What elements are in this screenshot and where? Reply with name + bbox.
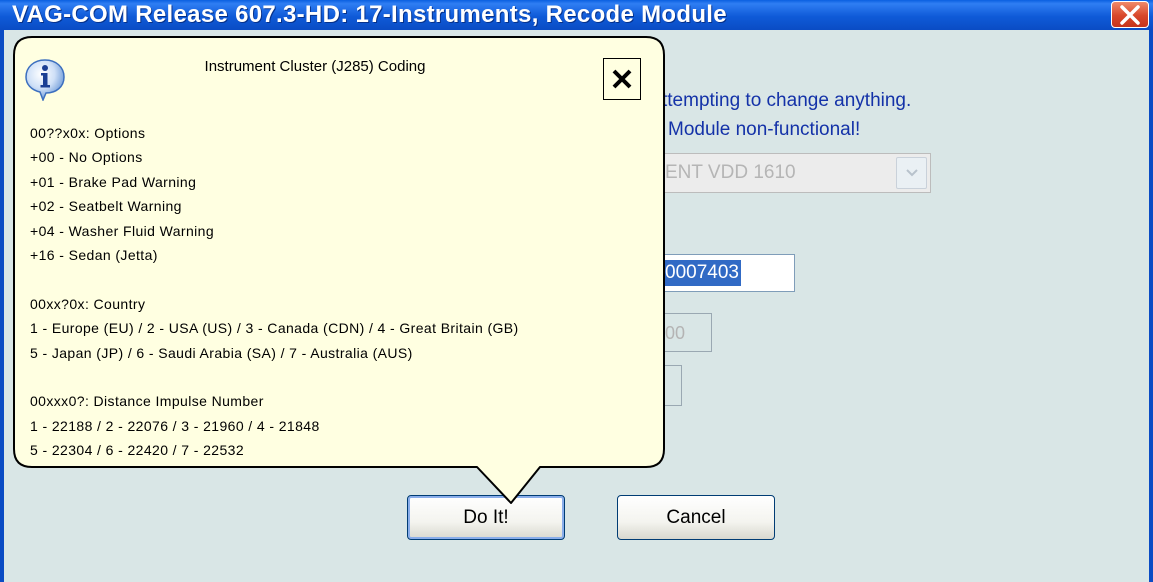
help-line: 00??x0x: Options bbox=[30, 125, 146, 141]
balloon-coding-help: 00??x0x: Options +00 - No Options +01 - … bbox=[30, 121, 660, 462]
help-line: 1 - 22188 / 2 - 22076 / 3 - 21960 / 4 - … bbox=[30, 417, 320, 434]
help-line bbox=[30, 365, 660, 389]
help-line: +16 - Sedan (Jetta) bbox=[30, 246, 158, 263]
balloon-title: Instrument Cluster (J285) Coding bbox=[204, 58, 426, 75]
close-icon bbox=[612, 69, 632, 89]
help-line bbox=[30, 267, 660, 291]
help-line: +02 - Seatbelt Warning bbox=[30, 198, 182, 215]
help-line: +04 - Washer Fluid Warning bbox=[30, 222, 215, 239]
help-line: 5 - 22304 / 6 - 22420 / 7 - 22532 bbox=[30, 442, 245, 459]
help-line: 00xx?0x: Country bbox=[30, 295, 146, 312]
help-line: 5 - Japan (JP) / 6 - Saudi Arabia (SA) /… bbox=[30, 344, 413, 361]
help-line: 1 - Europe (EU) / 2 - USA (US) / 3 - Can… bbox=[30, 320, 519, 337]
help-line: +00 - No Options bbox=[30, 149, 143, 166]
help-line: +01 - Brake Pad Warning bbox=[30, 173, 197, 190]
help-line: 00xxx0?: Distance Impulse Number bbox=[30, 393, 264, 410]
balloon-close-button[interactable] bbox=[603, 58, 641, 100]
